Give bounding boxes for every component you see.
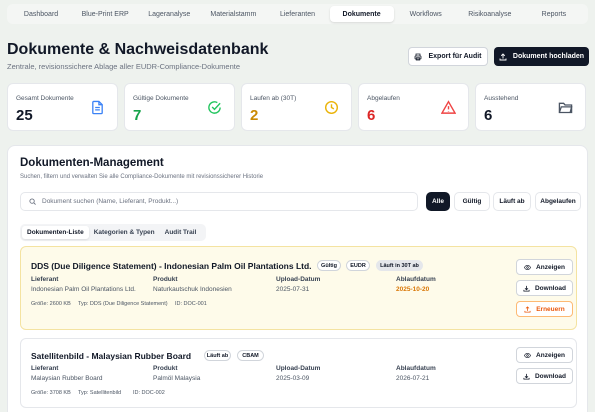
file-size: Größe: 3708 KB: [31, 390, 71, 396]
download-button[interactable]: Download: [516, 280, 573, 296]
nav-tab-materialstamm[interactable]: Materialstamm: [201, 6, 265, 22]
page-title: Dokumente & Nachweisdatenbank: [7, 41, 269, 58]
stat-value: 2: [250, 107, 259, 124]
expiry-date-value: 2026-07-21: [396, 375, 430, 382]
document-title: Satellitenbild - Malaysian Rubber Board: [31, 351, 192, 361]
upload-date-label: Upload-Datum: [276, 276, 321, 283]
export-audit-label: Export für Audit: [428, 53, 482, 60]
stat-label: Ausstehend: [484, 95, 519, 102]
product-label: Produkt: [153, 365, 178, 372]
folder-icon: [558, 102, 573, 114]
document-card: Satellitenbild - Malaysian Rubber Board …: [20, 338, 577, 408]
stat-label: Abgelaufen: [367, 95, 400, 102]
view-button[interactable]: Anzeigen: [516, 347, 573, 363]
nav-tab-lageranalyse[interactable]: Lageranalyse: [137, 6, 201, 22]
expiry-date-value: 2025-10-20: [396, 286, 430, 293]
upload-document-label: Dokument hochladen: [512, 53, 585, 60]
filter-expiring-button[interactable]: Läuft ab: [493, 192, 531, 211]
view-label: Anzeigen: [536, 263, 565, 271]
supplier-value: Malaysian Rubber Board: [31, 375, 103, 382]
subtab-bar: Dokumenten-Liste Kategorien & Typen Audi…: [20, 224, 206, 241]
upload-document-button[interactable]: Dokument hochladen: [494, 47, 589, 66]
stat-label: Gültige Dokumente: [133, 95, 189, 102]
view-button[interactable]: Anzeigen: [516, 259, 573, 275]
warning-icon: [441, 100, 456, 114]
category-badge-eudr: EUDR: [346, 260, 370, 271]
subtab-audit-trail[interactable]: Audit Trail: [160, 226, 202, 239]
renew-button[interactable]: Erneuern: [516, 301, 573, 317]
download-button[interactable]: Download: [516, 368, 573, 384]
filter-valid-button[interactable]: Gültig: [454, 192, 490, 211]
file-type: Typ: Satellitenbild: [78, 390, 122, 396]
stat-card-total: Gesamt Dokumente 25: [7, 83, 118, 131]
eye-icon: [524, 352, 531, 358]
clock-icon: [324, 100, 339, 115]
product-label: Produkt: [153, 276, 178, 283]
download-label: Download: [534, 372, 567, 380]
document-management-panel: Dokumenten-Management Suchen, filtern un…: [7, 145, 588, 412]
document-id: ID: DOC-001: [175, 301, 207, 307]
document-card: DDS (Due Diligence Statement) - Indonesi…: [20, 246, 577, 330]
printer-icon: [415, 53, 422, 60]
eye-icon: [524, 264, 531, 270]
status-badge-expiring: Läuft ab: [204, 350, 231, 361]
filter-all-button[interactable]: Alle: [426, 192, 450, 211]
supplier-label: Lieferant: [31, 365, 59, 372]
stat-card-expired: Abgelaufen 6: [358, 83, 469, 131]
nav-tab-workflows[interactable]: Workflows: [394, 6, 458, 22]
subtab-categories[interactable]: Kategorien & Typen: [89, 226, 160, 239]
stat-value: 25: [16, 107, 33, 124]
stat-card-expiring: Laufen ab (30T) 2: [241, 83, 352, 131]
download-icon: [523, 373, 530, 380]
file-type: Typ: DDS (Due Diligence Statement): [78, 301, 168, 307]
stat-value: 7: [133, 107, 142, 124]
stat-value: 6: [367, 107, 376, 124]
download-label: Download: [534, 284, 567, 292]
file-size: Größe: 2600 KB: [31, 301, 71, 307]
panel-subtitle: Suchen, filtern und verwalten Sie alle C…: [20, 174, 264, 180]
upload-date-value: 2025-03-09: [276, 375, 310, 382]
product-value: Naturkautschuk Indonesien: [153, 286, 232, 293]
expiry-badge: Läuft in 30T ab: [376, 260, 423, 271]
upload-date-value: 2025-07-31: [276, 286, 310, 293]
stat-value: 6: [484, 107, 493, 124]
expiry-date-label: Ablaufdatum: [396, 276, 436, 283]
document-icon: [92, 100, 103, 115]
subtab-document-list[interactable]: Dokumenten-Liste: [22, 226, 89, 239]
document-id: ID: DOC-002: [133, 390, 165, 396]
search-input[interactable]: [42, 198, 402, 205]
search-icon: [29, 198, 36, 205]
page-subtitle: Zentrale, revisionssichere Ablage aller …: [7, 62, 241, 71]
document-title: DDS (Due Diligence Statement) - Indonesi…: [31, 261, 312, 271]
stat-label: Laufen ab (30T): [250, 95, 297, 102]
export-audit-button[interactable]: Export für Audit: [408, 47, 488, 66]
nav-tab-dokumente[interactable]: Dokumente: [329, 6, 394, 22]
expiry-date-label: Ablaufdatum: [396, 365, 436, 372]
product-value: Palmöl Malaysia: [153, 375, 201, 382]
nav-tab-dashboard[interactable]: Dashboard: [9, 6, 73, 22]
nav-tab-blueprint-erp[interactable]: Blue-Print ERP: [73, 6, 137, 22]
upload-date-label: Upload-Datum: [276, 365, 321, 372]
filter-expired-button[interactable]: Abgelaufen: [535, 192, 581, 211]
check-circle-icon: [208, 101, 221, 114]
upload-icon: [499, 52, 507, 60]
panel-title: Dokumenten-Management: [20, 157, 164, 169]
nav-tab-lieferanten[interactable]: Lieferanten: [265, 6, 329, 22]
nav-tab-risikoanalyse[interactable]: Risikoanalyse: [458, 6, 522, 22]
supplier-label: Lieferant: [31, 276, 59, 283]
search-box: [20, 192, 418, 211]
nav-tab-reports[interactable]: Reports: [522, 6, 586, 22]
stat-label: Gesamt Dokumente: [16, 95, 74, 102]
stat-card-pending: Ausstehend 6: [475, 83, 586, 131]
category-badge-cbam: CBAM: [237, 350, 264, 361]
download-icon: [523, 285, 530, 292]
view-label: Anzeigen: [536, 351, 565, 359]
supplier-value: Indonesian Palm Oil Plantations Ltd.: [31, 286, 136, 293]
upload-icon: [524, 305, 531, 313]
renew-label: Erneuern: [536, 305, 565, 313]
stat-card-valid: Gültige Dokumente 7: [124, 83, 235, 131]
status-badge-valid: Gültig: [317, 260, 341, 271]
main-nav: Dashboard Blue-Print ERP Lageranalyse Ma…: [7, 4, 588, 24]
